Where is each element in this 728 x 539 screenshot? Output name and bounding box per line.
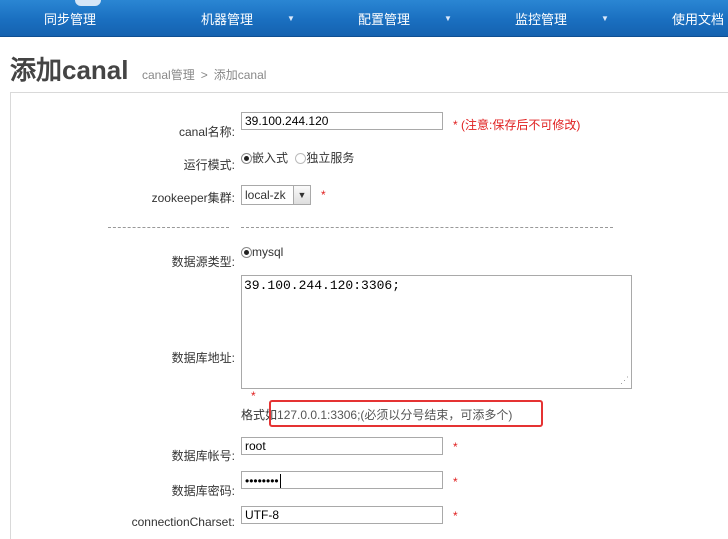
breadcrumb: canal管理 > 添加canal xyxy=(142,66,266,83)
db-password-input[interactable]: •••••••• xyxy=(241,471,443,489)
nav-item-monitor[interactable]: 监控管理 xyxy=(515,0,567,36)
nav-item-config[interactable]: 配置管理 xyxy=(358,0,410,36)
db-password-label: 数据库密码: xyxy=(171,484,235,498)
chevron-down-icon[interactable]: ▼ xyxy=(287,14,295,23)
run-mode-options: 嵌入式 独立服务 xyxy=(241,149,354,166)
datasource-type-options: mysql xyxy=(241,245,283,259)
page-title: 添加canal xyxy=(10,55,129,85)
db-user-required: * xyxy=(453,440,458,454)
zookeeper-select[interactable]: local-zk ▼ xyxy=(241,185,311,205)
db-user-label: 数据库帐号: xyxy=(171,449,235,463)
db-address-required: * xyxy=(251,389,256,403)
top-navigation-bar: 同步管理 机器管理 ▼ 配置管理 ▼ 监控管理 ▼ 使用文档 xyxy=(0,0,728,37)
radio-mysql[interactable] xyxy=(241,247,252,258)
nav-item-docs[interactable]: 使用文档 xyxy=(672,0,724,36)
section-divider xyxy=(108,227,229,228)
charset-required: * xyxy=(453,509,458,523)
resize-grip-icon[interactable]: ⋰ xyxy=(620,376,629,385)
canal-name-note: * (注意:保存后不可修改) xyxy=(453,118,581,132)
db-user-input[interactable] xyxy=(241,437,443,455)
nav-item-sync[interactable]: 同步管理 xyxy=(44,0,96,36)
canal-name-label: canal名称: xyxy=(178,125,235,139)
radio-standalone[interactable] xyxy=(295,153,307,164)
section-divider xyxy=(241,227,613,228)
chevron-down-icon[interactable]: ▼ xyxy=(293,186,310,204)
canal-name-input[interactable] xyxy=(241,112,443,130)
charset-input[interactable] xyxy=(241,506,443,524)
zookeeper-required: * xyxy=(321,188,326,202)
radio-embedded[interactable] xyxy=(241,153,252,164)
form-panel: canal名称: * (注意:保存后不可修改) 运行模式: 嵌入式 独立服务 z… xyxy=(10,92,728,539)
radio-embedded-label: 嵌入式 xyxy=(252,151,289,165)
radio-standalone-label: 独立服务 xyxy=(306,151,355,165)
text-caret xyxy=(279,474,281,488)
run-mode-label: 运行模式: xyxy=(183,158,235,172)
breadcrumb-separator: > xyxy=(200,68,208,82)
db-address-textarea[interactable] xyxy=(241,275,632,389)
zookeeper-label: zookeeper集群: xyxy=(151,191,235,205)
charset-label: connectionCharset: xyxy=(131,515,235,529)
datasource-type-label: 数据源类型: xyxy=(171,255,235,269)
breadcrumb-parent-link[interactable]: canal管理 xyxy=(142,68,195,82)
chevron-down-icon[interactable]: ▼ xyxy=(444,14,452,23)
db-password-required: * xyxy=(453,475,458,489)
highlight-box xyxy=(269,400,543,427)
breadcrumb-current: 添加canal xyxy=(213,68,267,82)
zookeeper-select-value: local-zk xyxy=(245,188,286,202)
db-password-mask: •••••••• xyxy=(245,474,279,488)
nav-item-machines[interactable]: 机器管理 xyxy=(201,0,253,36)
db-address-label: 数据库地址: xyxy=(171,351,235,365)
radio-mysql-label: mysql xyxy=(252,245,284,259)
chevron-down-icon[interactable]: ▼ xyxy=(601,14,609,23)
